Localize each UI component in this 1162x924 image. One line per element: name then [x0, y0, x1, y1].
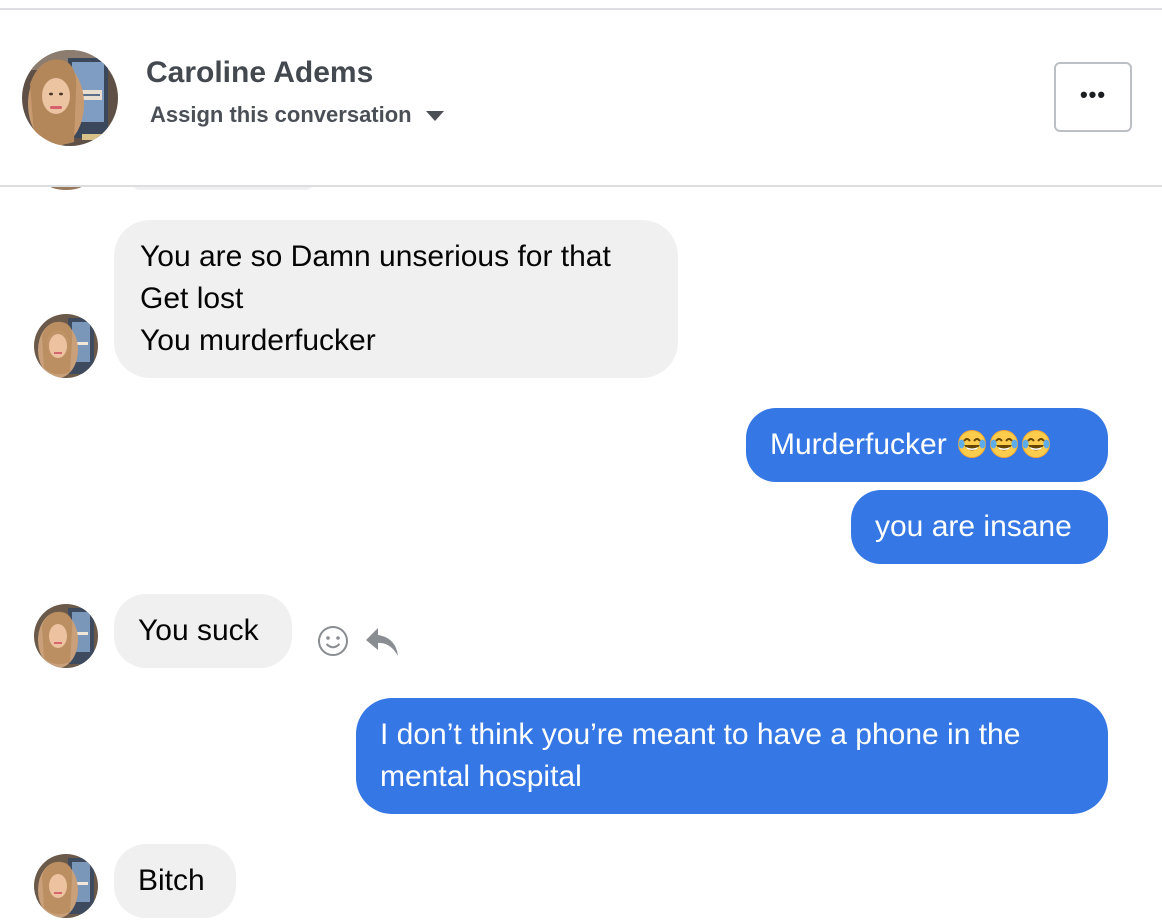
caret-down-icon [425, 111, 444, 122]
more-options-button[interactable]: ••• [1054, 62, 1132, 132]
message-text: You suck [138, 614, 259, 647]
message-bubble[interactable]: Murderfucker [746, 408, 1108, 482]
message-text-line: You are so Damn unserious for that [140, 240, 611, 273]
avatar[interactable] [34, 854, 98, 918]
reply-arrow-icon[interactable] [364, 624, 400, 658]
face-with-tears-of-joy-icon [989, 429, 1019, 459]
message-text-line: You murderfucker [140, 324, 376, 357]
message-text: Murderfucker [770, 428, 947, 461]
message-text-line: mental hospital [380, 760, 582, 793]
message-text: Bitch [138, 864, 205, 897]
messenger-window: You are so Damn unserious for that Get l… [0, 0, 1162, 924]
message-bubble[interactable]: You suck [114, 594, 292, 668]
avatar[interactable] [34, 604, 98, 668]
message-text-line: I don’t think you’re meant to have a pho… [380, 718, 1021, 751]
face-with-tears-of-joy-icon [957, 429, 987, 459]
assign-conversation-dropdown[interactable]: Assign this conversation [150, 102, 444, 128]
contact-avatar[interactable] [22, 50, 118, 146]
more-options-icon: ••• [1079, 82, 1107, 107]
header-divider [0, 185, 1162, 187]
message-text: you are insane [875, 510, 1072, 543]
message-text-line: Get lost [140, 282, 244, 315]
avatar[interactable] [34, 314, 98, 378]
message-bubble[interactable]: I don’t think you’re meant to have a pho… [356, 698, 1108, 814]
assign-label: Assign this conversation [150, 102, 412, 127]
message-bubble[interactable]: Bitch [114, 844, 236, 918]
smiley-react-icon[interactable] [316, 624, 350, 658]
conversation-header: Caroline Adems Assign this conversation … [0, 10, 1162, 186]
contact-name: Caroline Adems [146, 56, 374, 89]
face-with-tears-of-joy-icon [1021, 429, 1051, 459]
message-bubble[interactable]: you are insane [851, 490, 1108, 564]
message-bubble[interactable]: You are so Damn unserious for that Get l… [114, 220, 678, 378]
